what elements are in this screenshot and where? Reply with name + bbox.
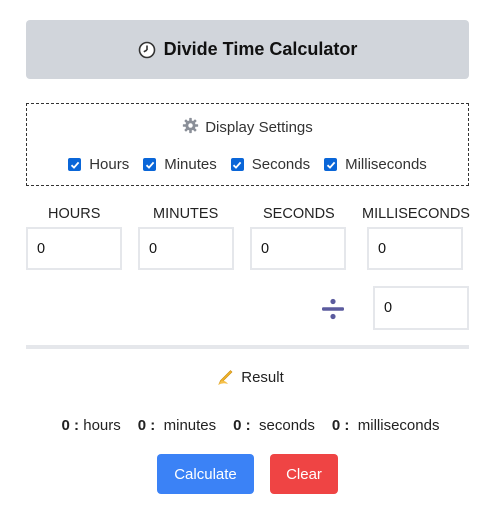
divider bbox=[26, 345, 469, 349]
display-settings-label: Display Settings bbox=[205, 119, 313, 136]
display-options: Hours Minutes Seconds Milliseconds bbox=[27, 156, 468, 173]
gear-icon bbox=[182, 117, 199, 138]
result-milliseconds-unit: milliseconds bbox=[357, 417, 440, 434]
calculator-header: Divide Time Calculator bbox=[26, 20, 469, 79]
result-hours-value: 0 : bbox=[61, 417, 80, 434]
seconds-checkbox[interactable] bbox=[230, 158, 244, 171]
seconds-label: SECONDS bbox=[263, 206, 335, 222]
result-seconds: 0 : seconds bbox=[233, 417, 315, 434]
seconds-option-label: Seconds bbox=[251, 156, 311, 173]
option-hours[interactable]: Hours bbox=[68, 156, 129, 173]
result-minutes-unit: minutes bbox=[163, 417, 217, 434]
milliseconds-input[interactable]: 0 bbox=[367, 227, 463, 270]
result-seconds-unit: seconds bbox=[259, 417, 315, 434]
minutes-checkbox[interactable] bbox=[143, 158, 157, 171]
option-minutes[interactable]: Minutes bbox=[143, 156, 217, 173]
minutes-option-label: Minutes bbox=[164, 156, 217, 173]
option-milliseconds[interactable]: Milliseconds bbox=[324, 156, 427, 173]
result-hours-unit: hours bbox=[83, 417, 121, 434]
page-title: Divide Time Calculator bbox=[163, 39, 358, 59]
display-settings-panel: Display Settings Hours Minutes Seconds M… bbox=[26, 103, 469, 186]
minutes-label: MINUTES bbox=[153, 206, 219, 222]
seconds-input[interactable]: 0 bbox=[250, 227, 346, 270]
result-milliseconds: 0 : milliseconds bbox=[332, 417, 440, 434]
display-settings-title: Display Settings bbox=[27, 117, 468, 138]
result-seconds-value: 0 : bbox=[233, 417, 251, 434]
result-heading: Result bbox=[0, 369, 501, 390]
hours-label: HOURS bbox=[48, 206, 101, 222]
milliseconds-option-label: Milliseconds bbox=[345, 156, 427, 173]
result-values: 0 : hours 0 : minutes 0 : seconds 0 : mi… bbox=[0, 417, 501, 434]
hours-option-label: Hours bbox=[89, 156, 130, 173]
option-seconds[interactable]: Seconds bbox=[230, 156, 311, 173]
result-minutes-value: 0 : bbox=[137, 417, 156, 434]
hours-input[interactable]: 0 bbox=[26, 227, 122, 270]
clock-icon bbox=[138, 41, 156, 59]
result-minutes: 0 : minutes bbox=[138, 417, 216, 434]
writing-hand-icon bbox=[217, 369, 235, 390]
result-title: Result bbox=[241, 369, 284, 386]
calculate-button[interactable]: Calculate bbox=[157, 454, 254, 494]
divisor-input[interactable]: 0 bbox=[373, 286, 469, 330]
result-milliseconds-value: 0 : bbox=[331, 417, 350, 434]
result-hours: 0 : hours bbox=[62, 417, 121, 434]
divide-icon bbox=[321, 297, 345, 321]
milliseconds-checkbox[interactable] bbox=[324, 158, 338, 171]
hours-checkbox[interactable] bbox=[68, 158, 82, 171]
clear-button[interactable]: Clear bbox=[270, 454, 338, 494]
minutes-input[interactable]: 0 bbox=[138, 227, 234, 270]
milliseconds-label: MILLISECONDS bbox=[362, 206, 470, 222]
